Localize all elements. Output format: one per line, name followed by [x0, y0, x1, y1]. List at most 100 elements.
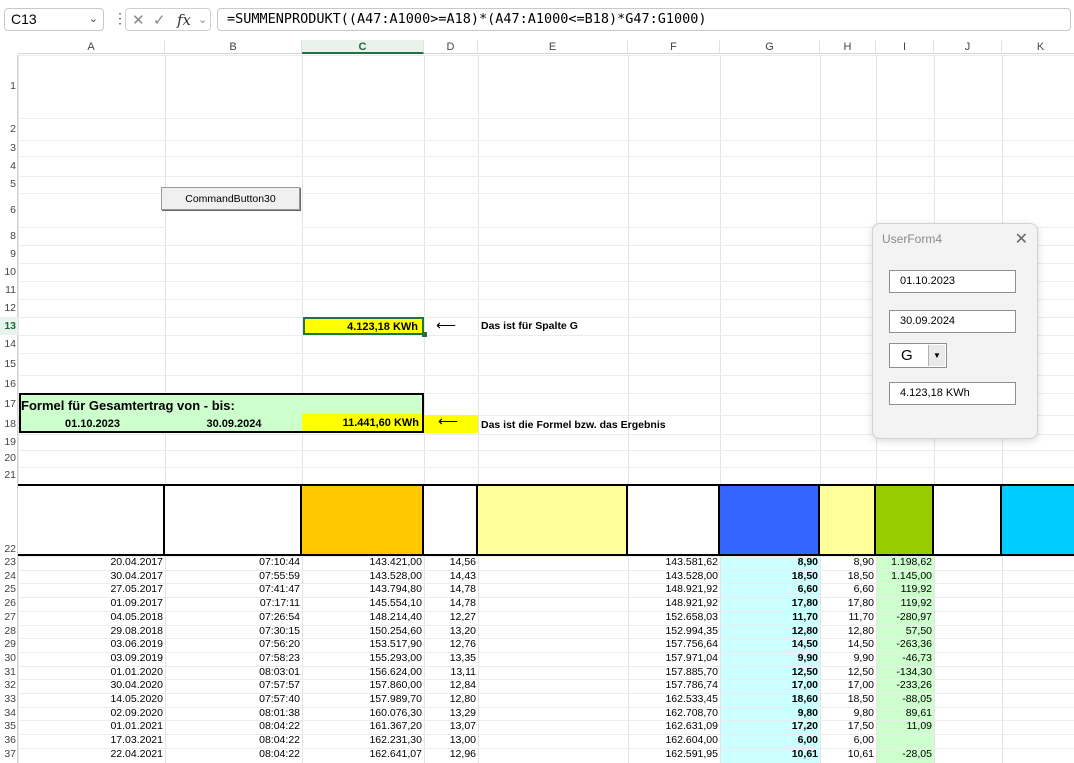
table-cell-h[interactable]: 12,50	[820, 666, 876, 680]
table-cell-f[interactable]: 162.604,00	[628, 734, 720, 748]
table-cell-b[interactable]: 08:03:01	[165, 666, 302, 680]
row-header-30[interactable]: 30	[0, 652, 18, 666]
table-cell-h[interactable]: 17,80	[820, 597, 876, 611]
close-icon[interactable]: ✕	[1015, 229, 1028, 249]
table-cell-f[interactable]: 143.528,00	[628, 570, 720, 584]
column-header-k[interactable]: K	[1002, 40, 1074, 54]
table-cell-a[interactable]: 01.09.2017	[18, 597, 165, 611]
row-header-18[interactable]: 18	[0, 415, 18, 434]
table-cell-g[interactable]: 10,61	[720, 748, 820, 762]
row-header-2[interactable]: 2	[0, 118, 18, 140]
fx-icon[interactable]: fx	[177, 11, 191, 29]
table-cell-f[interactable]: 162.591,95	[628, 748, 720, 762]
table-cell-g[interactable]: 6,00	[720, 734, 820, 748]
table-cell-d[interactable]: 12,27	[424, 611, 478, 625]
column-header-e[interactable]: E	[478, 40, 628, 54]
table-cell-i[interactable]: -263,36	[876, 638, 934, 652]
table-cell-b[interactable]: 07:57:40	[165, 693, 302, 707]
table-cell-g[interactable]: 11,70	[720, 611, 820, 625]
row-header-10[interactable]: 10	[0, 263, 18, 281]
table-cell-b[interactable]: 08:04:22	[165, 720, 302, 734]
table-cell-f[interactable]: 143.581,62	[628, 556, 720, 570]
column-header-c[interactable]: C	[302, 40, 424, 54]
row-header-11[interactable]: 11	[0, 281, 18, 299]
table-cell-h[interactable]: 6,60	[820, 583, 876, 597]
table-cell-h[interactable]: 11,70	[820, 611, 876, 625]
table-cell-g[interactable]: 17,80	[720, 597, 820, 611]
table-cell-h[interactable]: 14,50	[820, 638, 876, 652]
table-cell-d[interactable]: 14,78	[424, 583, 478, 597]
row-header-34[interactable]: 34	[0, 707, 18, 721]
table-cell-c[interactable]: 160.076,30	[302, 707, 424, 721]
table-cell-i[interactable]: 89,61	[876, 707, 934, 721]
table-cell-b[interactable]: 07:55:59	[165, 570, 302, 584]
column-header-b[interactable]: B	[165, 40, 302, 54]
table-cell-b[interactable]: 07:58:23	[165, 652, 302, 666]
enter-icon[interactable]: ✓	[153, 11, 166, 29]
table-cell-a[interactable]: 01.01.2020	[18, 666, 165, 680]
table-cell-h[interactable]: 9,80	[820, 707, 876, 721]
row-header-26[interactable]: 26	[0, 597, 18, 611]
row-header-28[interactable]: 28	[0, 625, 18, 639]
table-cell-b[interactable]: 07:56:20	[165, 638, 302, 652]
table-cell-c[interactable]: 156.624,00	[302, 666, 424, 680]
table-cell-h[interactable]: 12,80	[820, 625, 876, 639]
table-cell-h[interactable]: 6,00	[820, 734, 876, 748]
column-header-j[interactable]: J	[934, 40, 1002, 54]
row-header-32[interactable]: 32	[0, 679, 18, 693]
table-cell-c[interactable]: 155.293,00	[302, 652, 424, 666]
table-cell-a[interactable]: 03.06.2019	[18, 638, 165, 652]
table-cell-g[interactable]: 12,50	[720, 666, 820, 680]
table-cell-d[interactable]: 12,96	[424, 748, 478, 762]
table-cell-f[interactable]: 162.631,09	[628, 720, 720, 734]
table-cell-h[interactable]: 9,90	[820, 652, 876, 666]
name-box[interactable]: C13 ⌄	[4, 8, 104, 31]
table-cell-g[interactable]: 12,80	[720, 625, 820, 639]
table-cell-i[interactable]: -134,30	[876, 666, 934, 680]
column-header-d[interactable]: D	[424, 40, 478, 54]
table-cell-f[interactable]: 157.786,74	[628, 679, 720, 693]
table-cell-c[interactable]: 143.528,00	[302, 570, 424, 584]
table-cell-a[interactable]: 01.01.2021	[18, 720, 165, 734]
header-block-f[interactable]	[628, 484, 720, 556]
table-cell-b[interactable]: 08:01:38	[165, 707, 302, 721]
table-cell-d[interactable]: 12,80	[424, 693, 478, 707]
table-cell-a[interactable]: 30.04.2020	[18, 679, 165, 693]
header-block-k[interactable]	[1002, 484, 1074, 556]
table-cell-c[interactable]: 153.517,90	[302, 638, 424, 652]
row-header-3[interactable]: 3	[0, 140, 18, 156]
row-header-14[interactable]: 14	[0, 335, 18, 353]
table-cell-h[interactable]: 17,50	[820, 720, 876, 734]
table-cell-g[interactable]: 18,50	[720, 570, 820, 584]
table-cell-i[interactable]: 11,09	[876, 720, 934, 734]
row-header-19[interactable]: 19	[0, 434, 18, 450]
dropdown-arrow-icon[interactable]: ▼	[928, 345, 945, 366]
table-cell-i[interactable]	[876, 734, 934, 748]
row-header-4[interactable]: 4	[0, 156, 18, 176]
table-cell-d[interactable]: 13,20	[424, 625, 478, 639]
row-header-24[interactable]: 24	[0, 570, 18, 584]
cell-b18[interactable]: 30.09.2024	[166, 418, 302, 431]
table-cell-d[interactable]: 13,07	[424, 720, 478, 734]
fill-handle[interactable]	[422, 332, 427, 337]
header-block-j[interactable]	[934, 484, 1002, 556]
table-cell-f[interactable]: 157.971,04	[628, 652, 720, 666]
table-cell-h[interactable]: 17,00	[820, 679, 876, 693]
row-header-33[interactable]: 33	[0, 693, 18, 707]
table-cell-g[interactable]: 17,20	[720, 720, 820, 734]
table-cell-i[interactable]: -28,05	[876, 748, 934, 762]
table-cell-i[interactable]: -280,97	[876, 611, 934, 625]
table-cell-h[interactable]: 18,50	[820, 570, 876, 584]
table-cell-b[interactable]: 07:10:44	[165, 556, 302, 570]
table-cell-g[interactable]: 14,50	[720, 638, 820, 652]
table-cell-g[interactable]: 8,90	[720, 556, 820, 570]
cell-a18[interactable]: 01.10.2023	[20, 418, 165, 431]
table-cell-c[interactable]: 162.231,30	[302, 734, 424, 748]
row-header-15[interactable]: 15	[0, 353, 18, 375]
row-header-35[interactable]: 35	[0, 720, 18, 734]
date-to-textbox[interactable]: 30.09.2024	[889, 310, 1016, 333]
column-header-i[interactable]: I	[876, 40, 934, 54]
row-header-13[interactable]: 13	[0, 317, 18, 335]
table-cell-d[interactable]: 13,35	[424, 652, 478, 666]
header-block-e[interactable]	[478, 484, 628, 556]
